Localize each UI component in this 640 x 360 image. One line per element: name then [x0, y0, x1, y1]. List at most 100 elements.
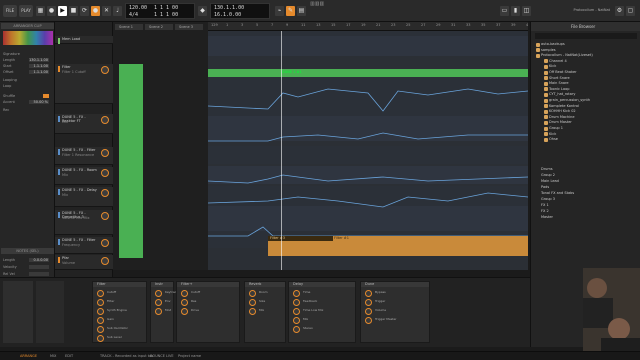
stop-icon[interactable]: ■ [69, 6, 78, 16]
browser-item[interactable]: Komplete Kontrol [549, 104, 579, 109]
track-list-item[interactable]: Master [541, 215, 553, 220]
scene-3[interactable]: Scene 3 [175, 24, 203, 30]
loop-row[interactable]: Loop [3, 84, 53, 89]
browser-item[interactable]: Drum Machine [549, 115, 575, 120]
overdub-icon[interactable]: ✎ [286, 6, 295, 16]
punch-icon[interactable]: ✕ [102, 6, 111, 16]
browser-item[interactable]: grain_percussion_synth [549, 98, 590, 103]
automation-lane[interactable] [208, 76, 528, 116]
device-knob[interactable] [293, 290, 300, 297]
device-knob[interactable] [97, 299, 104, 306]
browser-item[interactable]: Protocollum - NatNat(Liveset) [541, 53, 593, 58]
browser-item[interactable]: samples [541, 48, 556, 53]
browser-search-input[interactable] [535, 33, 637, 39]
looping-row[interactable]: Looping [3, 78, 53, 83]
device-knob[interactable] [155, 299, 162, 306]
device-knob[interactable] [181, 290, 188, 297]
automation-lane[interactable] [208, 146, 528, 164]
browser-item[interactable]: Main Snare [549, 81, 569, 86]
track-list-item[interactable]: Main Lead [541, 179, 559, 184]
file-menu-button[interactable]: FILE [3, 5, 17, 17]
orange-clip[interactable]: Filter #3 Filter #1 [268, 236, 528, 256]
track-list-item[interactable]: Tonal FX and Stabs [541, 191, 574, 196]
device-knob[interactable] [365, 308, 372, 315]
device-panel[interactable]: Dune Bypass Trigger Volume Trigger Master [360, 281, 430, 343]
track-header[interactable]: DUNE 5 - FX - Filter Frequency [55, 237, 113, 254]
window-icon[interactable]: ▢ [626, 6, 635, 16]
browser-item[interactable]: CYT_hat_rotary [549, 92, 575, 97]
device-panel[interactable]: Instr Keytrack Env Mod [150, 281, 178, 343]
browser-item[interactable]: Toonic Loop [549, 87, 569, 92]
accent-row[interactable]: Accent 50.00 % [3, 100, 53, 105]
track-list-item[interactable]: Group 2 [541, 173, 555, 178]
timeline-ruler[interactable]: 1291357911131517192123252729313335373941 [208, 22, 528, 31]
automation-lane[interactable] [208, 186, 528, 206]
browser-item[interactable]: Kick [549, 64, 556, 69]
mix-icon[interactable]: ▮ [511, 6, 520, 16]
device-knob[interactable] [97, 335, 104, 342]
device-knob[interactable] [249, 290, 256, 297]
play-icon[interactable]: ▶ [58, 6, 67, 16]
track-volume-knob[interactable] [101, 189, 109, 197]
tempo-display[interactable]: 120.00 1 1 1 00 4/4 1 1 1 00 [125, 3, 195, 19]
track-list-item[interactable]: Pads [541, 185, 549, 190]
device-knob[interactable] [249, 308, 256, 315]
track-header[interactable]: DUNE 5 - FX - Reaktor FT Mix [55, 114, 113, 134]
track-volume-knob[interactable] [101, 66, 109, 74]
device-knob[interactable] [365, 299, 372, 306]
device-knob[interactable] [293, 308, 300, 315]
arm-icon[interactable]: ● [91, 6, 100, 16]
device-knob[interactable] [155, 290, 162, 297]
rec-row[interactable]: Rec [3, 108, 53, 113]
device-knob[interactable] [97, 308, 104, 315]
track-list-item[interactable]: FX 2 [541, 209, 549, 214]
device-panel[interactable]: Filter+ Cutoff Res Drive [176, 281, 240, 343]
playhead[interactable] [281, 31, 282, 270]
track-volume-knob[interactable] [101, 257, 109, 265]
color-palette[interactable] [3, 31, 53, 45]
track-header[interactable]: Mem Load [55, 36, 113, 44]
length-row[interactable]: Length 130.1.1.00 [3, 58, 53, 63]
browser-item[interactable]: Kick [549, 132, 556, 137]
track-volume-knob[interactable] [101, 149, 109, 157]
clip-launcher-icon[interactable]: ▤ [297, 6, 306, 16]
green-clip-row[interactable]: DUNE 1 #1 [208, 69, 528, 77]
note-velocity-row[interactable]: Velocity [3, 265, 53, 270]
device-knob[interactable] [181, 308, 188, 315]
scene-2[interactable]: Scene 2 [145, 24, 173, 30]
device-knob[interactable] [293, 317, 300, 324]
track-header[interactable]: DUNE 5 - FX - Delay Mix [55, 187, 113, 207]
automation-icon[interactable]: ⌁ [275, 6, 284, 16]
record-icon[interactable]: ● [47, 6, 56, 16]
browser-item[interactable]: Ohse [549, 137, 558, 142]
shuffle-row[interactable]: Shuffle [3, 94, 53, 99]
device-knob[interactable] [97, 326, 104, 333]
start-row[interactable]: Start 1.1.1.00 [3, 64, 53, 69]
browser-item[interactable]: Short Snare [549, 76, 570, 81]
browser-item[interactable]: Channel 4 [549, 59, 567, 64]
automation-lane[interactable] [208, 116, 528, 141]
launcher-clip[interactable] [119, 64, 143, 258]
browser-item[interactable]: KOHHH Kick 02 [549, 109, 576, 114]
status-edit[interactable]: EDIT [65, 354, 73, 358]
note-length-row[interactable]: Length 0.0.0.00 [3, 258, 53, 263]
browser-item[interactable]: Group 1 [549, 126, 563, 131]
track-volume-knob[interactable] [101, 239, 109, 247]
browser-item[interactable]: auto-backups [541, 42, 565, 47]
track-list-item[interactable]: FX 1 [541, 203, 549, 208]
track-list-item[interactable]: Group 3 [541, 197, 555, 202]
automation-lanes[interactable] [208, 31, 528, 270]
scene-1[interactable]: Scene 1 [115, 24, 143, 30]
track-header[interactable]: Pfar Volume [55, 255, 113, 270]
device-knob[interactable] [293, 299, 300, 306]
play-menu-button[interactable]: PLAY [19, 5, 33, 17]
track-header[interactable]: DUNE 5 - FX - Filter Filter 1 Resonance [55, 147, 113, 165]
settings-icon[interactable]: ⚙ [615, 6, 624, 16]
device-panel[interactable]: Delay Time Feedback Time Low Mix Mix Stereo [288, 281, 356, 343]
device-panel[interactable]: Reverb Room Size Mix [244, 281, 286, 343]
grid-icon[interactable]: ▦ [36, 6, 45, 16]
metronome-icon[interactable]: ♩ [113, 6, 122, 16]
device-panel[interactable]: Filter Cutoff Filter Synth Engine Gain Sub Os… [92, 281, 147, 343]
device-knob[interactable] [293, 326, 300, 333]
track-header[interactable]: DUNE 5 - FX - Room Mix [55, 167, 113, 185]
